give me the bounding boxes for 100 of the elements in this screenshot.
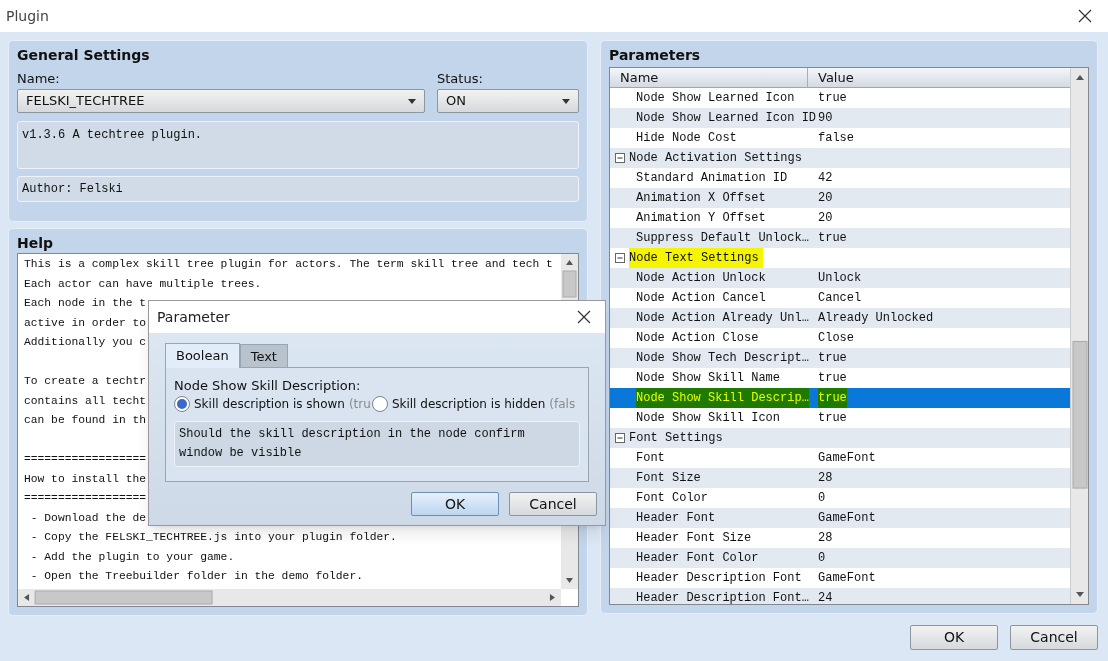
- parameter-row[interactable]: Node Show Tech Descript… true: [610, 348, 1070, 368]
- help-text-line: - Open the Treebuilder folder in the demo folder.: [29, 570, 363, 582]
- help-text-line: Additionally you c: [24, 336, 147, 348]
- collapse-icon[interactable]: [615, 253, 625, 263]
- parameter-value: Already Unlocked: [818, 310, 934, 327]
- group-name: Font Settings: [629, 430, 724, 447]
- parameter-value: true: [818, 350, 847, 367]
- vertical-scrollbar[interactable]: [1070, 68, 1088, 604]
- status-dropdown[interactable]: ON: [437, 89, 579, 113]
- parameter-row[interactable]: Node Show Skill Descrip… true: [610, 388, 1070, 408]
- help-text-line: Each actor can have multiple trees.: [24, 277, 262, 290]
- radio-label[interactable]: Skill description is shown: [194, 395, 345, 413]
- cancel-button[interactable]: Cancel: [1010, 625, 1098, 650]
- parameter-value: Close: [818, 330, 854, 347]
- collapse-icon[interactable]: [615, 153, 625, 163]
- parameter-value: 0: [818, 490, 826, 507]
- parameter-name: Node Show Skill Icon: [636, 410, 781, 427]
- parameter-name: Animation Y Offset: [636, 210, 766, 227]
- parameter-row[interactable]: Node Activation Settings: [610, 148, 1070, 168]
- parameter-name: Header Font Size: [636, 530, 752, 547]
- parameter-value: false: [818, 130, 854, 147]
- radio-button[interactable]: [174, 396, 190, 412]
- section-title: Help: [17, 234, 55, 253]
- close-icon[interactable]: [1078, 9, 1092, 23]
- author-field: Author: Felski: [17, 176, 579, 202]
- parameter-value: GameFont: [818, 450, 876, 467]
- parameter-value: Cancel: [818, 290, 862, 307]
- status-label: Status:: [437, 70, 484, 87]
- parameter-name: Hide Node Cost: [636, 130, 737, 147]
- parameter-value: Unlock: [818, 270, 862, 287]
- hint-text: (fals: [549, 396, 576, 413]
- parameter-value: GameFont: [818, 510, 876, 527]
- help-text-line: ==================: [24, 453, 147, 465]
- column-header[interactable]: Value: [808, 68, 1070, 88]
- parameter-value: true: [818, 230, 847, 247]
- parameter-name: Node Show Skill Descrip…: [636, 388, 809, 408]
- description-field: v1.3.6 A techtree plugin.: [17, 121, 579, 169]
- field-label: Node Show Skill Description:: [174, 377, 362, 393]
- section-title: Parameters: [609, 46, 702, 65]
- parameter-row[interactable]: Suppress Default Unlock… true: [610, 228, 1070, 248]
- close-icon[interactable]: [577, 310, 591, 324]
- parameter-name: Node Show Tech Descript…: [636, 350, 809, 367]
- parameter-name: Node Show Learned Icon: [636, 90, 795, 107]
- radio-label[interactable]: Skill description is hidden: [391, 395, 546, 413]
- parameter-name: Node Action Unlock: [636, 270, 766, 287]
- parameter-value: 20: [818, 190, 833, 207]
- parameter-name: Standard Animation ID: [636, 170, 788, 187]
- parameter-value: GameFont: [818, 570, 876, 587]
- parameter-name: Font Size: [636, 470, 701, 487]
- parameter-value: true: [818, 370, 847, 387]
- dialog-tab[interactable]: Boolean: [165, 343, 240, 368]
- parameter-name: Node Show Learned Icon ID: [636, 110, 817, 127]
- collapse-icon[interactable]: [615, 433, 625, 443]
- help-text-line: - Copy the FELSKI_TECHTREE.js into your plugin folder.: [29, 531, 397, 543]
- parameter-value: 28: [818, 470, 833, 487]
- parameter-row[interactable]: Font Size 28: [610, 468, 1070, 488]
- parameter-name: Node Show Skill Name: [636, 370, 781, 387]
- help-text-line: can be found in th: [24, 414, 147, 426]
- parameter-row[interactable]: Font Settings: [610, 428, 1070, 448]
- parameter-name: Node Action Cancel: [636, 290, 766, 307]
- section-title: General Settings: [17, 46, 151, 65]
- description-field: Should the skill description in the node confirm window be visible: [174, 421, 580, 467]
- parameter-value: true: [818, 388, 847, 408]
- parameter-row[interactable]: Node Action Unlock Unlock: [610, 268, 1070, 288]
- parameter-name: Header Description Font…: [636, 590, 809, 604]
- parameter-name: Animation X Offset: [636, 190, 766, 207]
- parameter-row[interactable]: Node Show Learned Icon ID 90: [610, 108, 1070, 128]
- cancel-button[interactable]: Cancel: [509, 492, 597, 516]
- parameter-value: true: [818, 90, 847, 107]
- parameter-name: Node Action Close: [636, 330, 759, 347]
- hint-text: (tru: [348, 396, 371, 413]
- dialog-tab[interactable]: Text: [239, 344, 288, 368]
- parameter-row[interactable]: Header Font Color 0: [610, 548, 1070, 568]
- parameter-value: 24: [818, 590, 833, 604]
- parameter-row[interactable]: Header Description Font… 24: [610, 588, 1070, 604]
- radio-button[interactable]: [371, 396, 388, 412]
- parameter-name: Suppress Default Unlock…: [636, 230, 809, 247]
- parameter-value: 20: [818, 210, 833, 227]
- ok-button[interactable]: OK: [411, 492, 499, 516]
- parameter-row[interactable]: Node Action Already Unl… Already Unlocked: [610, 308, 1070, 328]
- dropdown-arrow-icon: [408, 98, 416, 104]
- help-text-line: This is a complex skill tree plugin for actors. The term skill tree and tech t: [24, 258, 553, 270]
- help-text-line: To create a techtr: [24, 375, 147, 387]
- help-text-line: How to install the: [24, 472, 147, 485]
- name-dropdown[interactable]: FELSKI_TECHTREE: [17, 89, 425, 113]
- parameter-name: Header Font Color: [636, 550, 759, 567]
- dialog-title: Parameter: [157, 307, 230, 327]
- help-text-line: contains all techt: [24, 394, 147, 407]
- dropdown-arrow-icon: [562, 98, 570, 104]
- group-name: Node Activation Settings: [629, 150, 803, 167]
- help-text-line: ==================: [24, 492, 147, 504]
- horizontal-scrollbar[interactable]: [18, 589, 561, 606]
- parameter-row[interactable]: Animation X Offset 20: [610, 188, 1070, 208]
- parameter-value: 0: [818, 550, 826, 567]
- help-text-line: - Add the plugin to your game.: [29, 550, 235, 563]
- ok-button[interactable]: OK: [910, 625, 998, 650]
- parameter-name: Header Font: [636, 510, 716, 527]
- parameter-value: true: [818, 410, 847, 427]
- window-title: Plugin: [6, 6, 49, 26]
- parameter-row[interactable]: Header Font GameFont: [610, 508, 1070, 528]
